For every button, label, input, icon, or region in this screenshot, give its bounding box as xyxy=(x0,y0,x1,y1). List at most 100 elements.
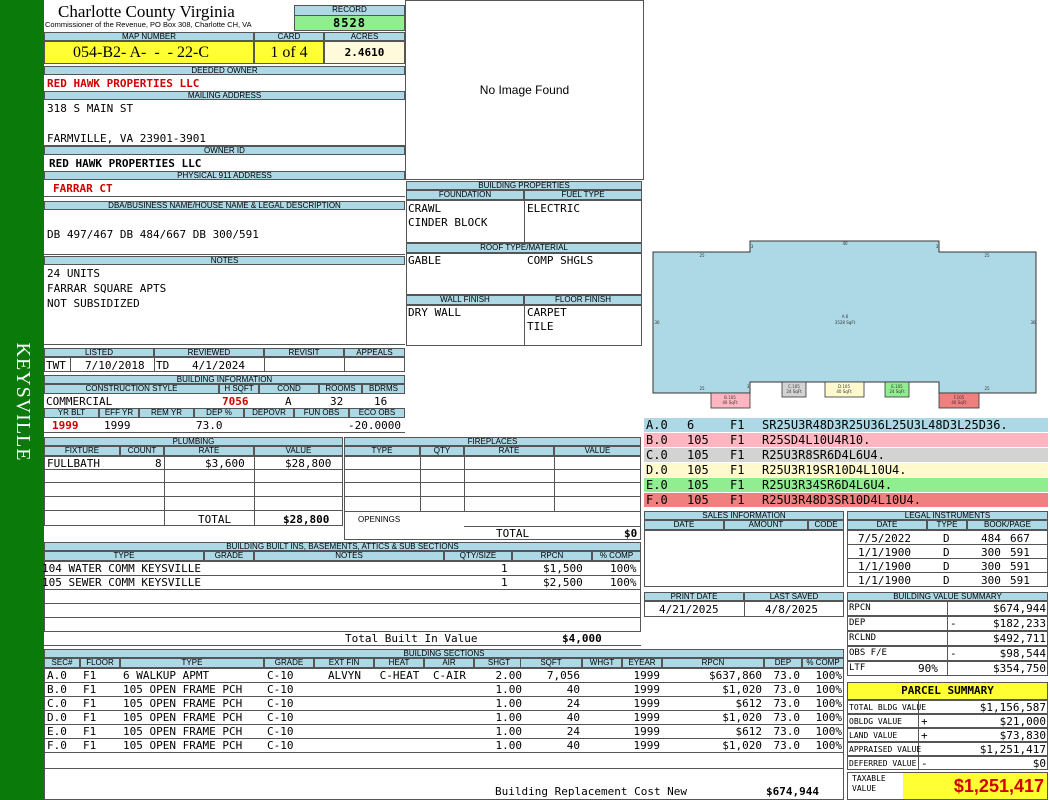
notes-label: NOTES xyxy=(44,256,405,265)
section-grade: C-10 xyxy=(267,739,294,752)
section-eyear: 1999 xyxy=(633,711,661,724)
sketch-code-type: 105 xyxy=(687,448,709,462)
builtins-col-rpcn: RPCN xyxy=(512,551,592,561)
section-rpcn: $612 xyxy=(735,725,763,738)
sketch-label-main: A.6 xyxy=(842,314,849,319)
legal-page: 591 xyxy=(1010,574,1030,587)
builtins-col-type: TYPE xyxy=(44,551,204,561)
section-sqft: 40 xyxy=(566,739,580,752)
svg-text:24 SqFt: 24 SqFt xyxy=(786,389,802,394)
map-number: 054-B2- A- - - 22-C xyxy=(44,41,254,64)
floor-finish-label: FLOOR FINISH xyxy=(524,295,642,305)
eff-yr-label: EFF YR xyxy=(99,408,139,418)
parcel-row-label: OBLDG VALUE xyxy=(849,717,902,726)
section-comp: 100% xyxy=(815,683,843,696)
sketch-code-vector: R25U3R19SR10D4L10U4. xyxy=(762,463,907,477)
section-grade: C-10 xyxy=(267,725,294,738)
sales-col-date: DATE xyxy=(644,520,724,530)
legal-col-bookpage: BOOK/PAGE xyxy=(967,520,1048,530)
svg-text:25: 25 xyxy=(984,386,990,391)
last-saved: 4/8/2025 xyxy=(765,603,818,616)
builtin-rpcn: $2,500 xyxy=(543,576,583,589)
section-shgt: 1.00 xyxy=(495,711,523,724)
section-shgt: 1.00 xyxy=(495,683,523,696)
mailing-address-line2: FARMVILLE, VA 23901-3901 xyxy=(47,132,206,145)
depovr-label: DEPOVR xyxy=(244,408,294,418)
reviewed-date: 4/1/2024 xyxy=(192,359,245,372)
builtins-col-notes: NOTES xyxy=(254,551,444,561)
fuel-type-label: FUEL TYPE xyxy=(524,190,642,200)
section-grade: C-10 xyxy=(267,697,294,710)
legal-book: 300 xyxy=(981,574,1001,587)
legal-book: 300 xyxy=(981,546,1001,559)
sketch-code-floor: F1 xyxy=(730,493,745,507)
no-image-text: No Image Found xyxy=(479,83,570,97)
sketch-code-floor: F1 xyxy=(730,433,745,447)
fireplace-col-type: TYPE xyxy=(344,446,420,456)
builtins-col-qty: QTY/SIZE xyxy=(444,551,512,561)
section-grade: C-10 xyxy=(267,669,294,682)
section-grade: C-10 xyxy=(267,683,294,696)
plumbing-total: $28,800 xyxy=(283,513,330,526)
section-sec: A.0 xyxy=(47,669,67,682)
section-sec: B.0 xyxy=(47,683,67,696)
rem-yr-label: REM YR xyxy=(139,408,194,418)
section-floor: F1 xyxy=(83,697,97,710)
plumbing-col-fixture: FIXTURE xyxy=(44,446,120,456)
sketch-code-row: D.0 105 F1 R25U3R19SR10D4L10U4. xyxy=(644,463,1048,478)
row-divider xyxy=(44,768,844,769)
building-sections-label: BUILDING SECTIONS xyxy=(44,649,844,658)
svg-text:40 SqFt: 40 SqFt xyxy=(951,400,967,405)
record-number: 8528 xyxy=(294,15,405,31)
parcel-row-label: DEFERRED VALUE xyxy=(849,759,917,768)
fireplace-total-label: TOTAL xyxy=(496,527,530,540)
section-comp: 100% xyxy=(815,697,843,710)
section-sqft: 40 xyxy=(566,683,580,696)
fun-obs-label: FUN OBS xyxy=(294,408,349,418)
map-number-label: MAP NUMBER xyxy=(44,32,254,41)
floor-finish-value: TILE xyxy=(527,320,554,333)
deeded-owner: RED HAWK PROPERTIES LLC xyxy=(47,77,200,90)
print-date: 4/21/2025 xyxy=(659,603,719,616)
listed-label: LISTED xyxy=(44,348,154,357)
roof-material-value: COMP SHGLS xyxy=(527,254,594,267)
sketch-code-sec: A.0 xyxy=(646,418,668,432)
mailing-address-label: MAILING ADDRESS xyxy=(44,91,405,100)
parcel-row-value: $73,830 xyxy=(999,729,1046,742)
section-floor: F1 xyxy=(83,739,97,752)
section-sqft: 24 xyxy=(566,697,580,710)
print-date-label: PRINT DATE xyxy=(644,592,744,601)
fireplace-total: $0 xyxy=(624,527,638,540)
last-saved-label: LAST SAVED xyxy=(744,592,844,601)
section-dep: 73.0 xyxy=(773,669,801,682)
section-comp: 100% xyxy=(815,711,843,724)
section-dep: 73.0 xyxy=(773,697,801,710)
section-floor: F1 xyxy=(83,711,97,724)
section-col-header: EXT FIN xyxy=(314,658,374,668)
section-floor: F1 xyxy=(83,669,97,682)
svg-text:36: 36 xyxy=(654,320,660,325)
svg-text:25: 25 xyxy=(699,253,705,258)
floor-finish-value: CARPET xyxy=(527,306,567,319)
sketch-code-floor: F1 xyxy=(730,448,745,462)
building-sketch: A.63528 SqFt B.10540 SqFt C.10524 SqFt D… xyxy=(652,240,1037,409)
sketch-code-row: F.0 105 F1 R25U3R48D3SR10D4L10U4. xyxy=(644,493,1048,508)
legal-book: 300 xyxy=(981,560,1001,573)
bdrms-value: 16 xyxy=(374,395,388,408)
section-ext: ALVYN xyxy=(327,669,362,682)
value-row-label: DEP xyxy=(849,618,866,628)
parcel-row-value: $1,156,587 xyxy=(979,701,1046,714)
section-air: C-AIR xyxy=(432,669,467,682)
fireplace-openings-label: OPENINGS xyxy=(358,515,401,524)
svg-text:3528 SqFt: 3528 SqFt xyxy=(835,320,856,325)
yr-blt-value: 1999 xyxy=(52,419,79,432)
card-label: CARD xyxy=(254,32,324,41)
sketch-code-sec: B.0 xyxy=(646,433,668,447)
value-row-label: LTF xyxy=(849,663,866,673)
roof-type-value: GABLE xyxy=(408,254,442,267)
foundation-value: CINDER BLOCK xyxy=(408,216,488,229)
revisit-label: REVISIT xyxy=(264,348,344,357)
section-type: 105 OPEN FRAME PCH xyxy=(123,725,243,738)
svg-text:24 SqFt: 24 SqFt xyxy=(889,389,905,394)
fireplace-col-qty: QTY xyxy=(420,446,464,456)
